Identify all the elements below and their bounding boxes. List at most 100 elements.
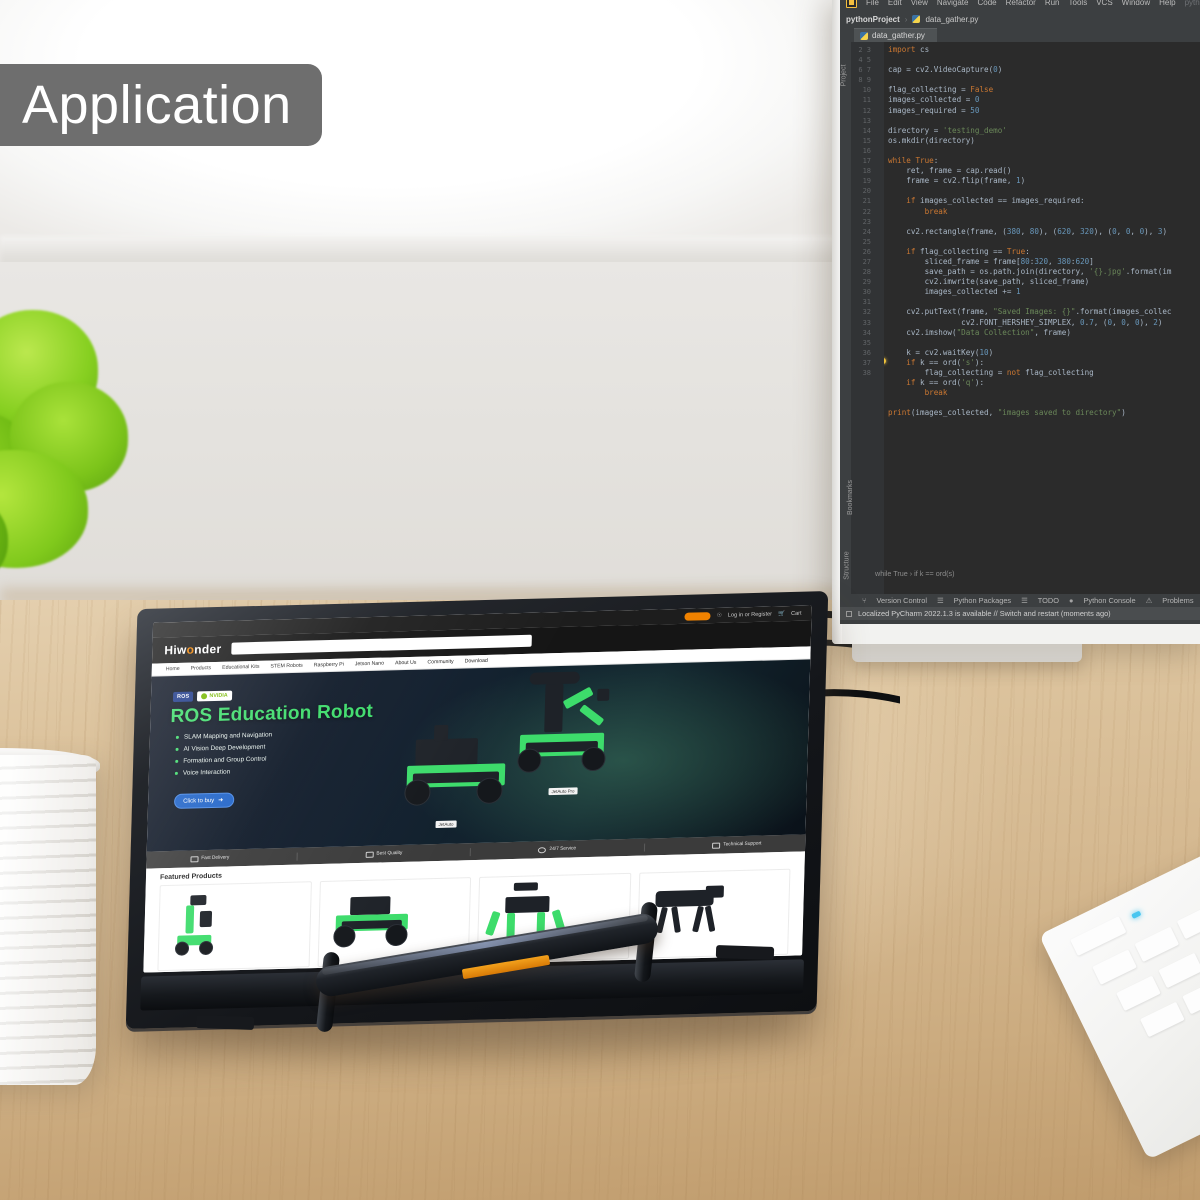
keyboard-key[interactable] (1070, 916, 1127, 957)
robot-part (190, 894, 207, 906)
breadcrumb[interactable]: pythonProject › data_gather.py (840, 11, 1200, 27)
breadcrumb-separator: › (904, 14, 908, 24)
ide-notification-bar[interactable]: Localized PyCharm 2022.1.3 is available … (840, 607, 1200, 620)
breadcrumb-project[interactable]: pythonProject (846, 15, 900, 24)
menu-run[interactable]: Run (1045, 0, 1060, 7)
editor-structure-breadcrumb: while True › if k == ord(s) (875, 569, 955, 578)
divider (469, 847, 471, 856)
status-version-control[interactable]: Version Control (876, 596, 927, 605)
menu-window[interactable]: Window (1122, 0, 1150, 7)
todo-icon: ☰ (1021, 596, 1028, 605)
product-card-robot-dog[interactable] (636, 868, 791, 959)
feature-service: 24/7 Service (538, 846, 576, 853)
menu-refactor[interactable]: Refactor (1006, 0, 1036, 7)
ide-statusbar[interactable]: ⑂ Version Control ☰ Python Packages ☰ TO… (840, 594, 1200, 607)
nav-item-stem-robots[interactable]: STEM Robots (270, 663, 303, 670)
cart-link[interactable]: Cart (791, 610, 802, 616)
keyboard-key[interactable] (1158, 952, 1200, 989)
version-control-icon: ⑂ (862, 596, 867, 605)
hero-bullet: AI Vision Deep Development (175, 743, 271, 753)
menu-navigate[interactable]: Navigate (937, 0, 969, 7)
user-icon[interactable]: ☉ (717, 612, 722, 618)
nav-item-educational-kits[interactable]: Educational Kits (222, 664, 259, 671)
hiwonder-logo[interactable]: Hiwonder (164, 642, 222, 657)
nav-item-community[interactable]: Community (427, 659, 453, 666)
ros-badge: ROS (172, 691, 194, 703)
robot-wheel (384, 923, 408, 947)
tool-window-rail[interactable]: Project Bookmarks Structure (840, 42, 854, 594)
keyboard-key[interactable] (1092, 949, 1137, 985)
nav-item-raspberry-pi[interactable]: Raspberry Pi (314, 662, 344, 669)
nvidia-logo-icon (201, 693, 208, 700)
feature-technical-support: Technical Support (712, 841, 761, 849)
robot-label-jetauto: JetAuto (435, 820, 457, 829)
search-input[interactable] (231, 634, 533, 655)
robot-label-jetauto-pro: JetAuto Pro (548, 787, 578, 796)
status-python-console[interactable]: Python Console (1083, 596, 1135, 605)
tablet-screen[interactable]: ☉ Log in or Register 🛒 Cart Hiwonder Hom… (143, 605, 812, 973)
menu-file[interactable]: File (866, 0, 879, 7)
robot-wheel (332, 925, 356, 948)
keyboard-key[interactable] (1116, 975, 1161, 1012)
nav-item-about-us[interactable]: About Us (395, 660, 417, 667)
nav-item-home[interactable]: Home (166, 666, 180, 672)
nav-item-jetson-nano[interactable]: Jetson Nano (355, 661, 384, 668)
rail-item-project[interactable]: Project (840, 65, 847, 87)
keyboard-key[interactable] (1139, 1001, 1185, 1038)
menu-edit[interactable]: Edit (888, 0, 902, 7)
medal-icon (365, 851, 374, 858)
python-console-icon: ● (1069, 596, 1074, 605)
nav-item-products[interactable]: Products (191, 665, 212, 672)
hero-badges: ROS NVIDIA (172, 690, 232, 703)
robot-part (185, 905, 195, 934)
menubar-project-name: pythonProject (1184, 0, 1200, 7)
keyboard-key[interactable] (1134, 926, 1180, 963)
rail-item-structure[interactable]: Structure (844, 551, 851, 579)
application-badge-label: Application (22, 75, 292, 135)
keyboard-key[interactable] (1176, 903, 1200, 940)
pycharm-logo-icon (846, 0, 857, 8)
robot-part (415, 738, 479, 766)
robot-leg (691, 905, 704, 933)
menu-vcs[interactable]: VCS (1096, 0, 1112, 7)
hero-feature-list: SLAM Mapping and Navigation AI Vision De… (175, 731, 272, 782)
editor-code-area[interactable]: import cs cap = cv2.VideoCapture(0) flag… (884, 42, 1200, 594)
topbar-promo-pill[interactable] (684, 611, 711, 621)
divider (643, 843, 645, 852)
robot-part (505, 895, 550, 914)
hero-bullet: SLAM Mapping and Navigation (176, 731, 272, 741)
product-card-robot-arm[interactable] (157, 881, 312, 972)
hero-bullet: Voice Interaction (175, 767, 271, 777)
tab-data-gather-py[interactable]: data_gather.py (854, 28, 937, 42)
robot-leg (485, 910, 501, 937)
cta-label: Click to buy (183, 797, 215, 805)
headset-icon (712, 842, 721, 849)
breadcrumb-file[interactable]: data_gather.py (925, 15, 978, 24)
login-register-link[interactable]: Log in or Register (728, 611, 772, 618)
arrow-right-icon: ➜ (218, 797, 224, 804)
editor-tabbar[interactable]: data_gather.py (840, 27, 1200, 42)
status-problems[interactable]: Problems (1162, 596, 1193, 605)
editor-fold-column[interactable] (875, 42, 884, 594)
robot-wheel (581, 746, 606, 772)
feature-label: Fast Delivery (201, 855, 230, 862)
menu-tools[interactable]: Tools (1069, 0, 1088, 7)
robot-wheel (174, 941, 190, 956)
notification-text: Localized PyCharm 2022.1.3 is available … (858, 609, 1111, 618)
robot-leg (704, 905, 715, 933)
cart-icon[interactable]: 🛒 (778, 611, 785, 617)
status-todo[interactable]: TODO (1038, 596, 1059, 605)
status-python-packages[interactable]: Python Packages (954, 596, 1012, 605)
ide-menubar[interactable]: File Edit View Navigate Code Refactor Ru… (840, 0, 1200, 11)
keyboard-key[interactable] (1182, 978, 1200, 1015)
rail-item-bookmarks[interactable]: Bookmarks (847, 480, 854, 515)
notification-checkbox[interactable] (846, 610, 852, 617)
menu-view[interactable]: View (911, 0, 928, 7)
robot-wheel (517, 748, 542, 773)
click-to-buy-button[interactable]: Click to buy ➜ (173, 792, 235, 809)
robot-part (654, 889, 714, 908)
menu-help[interactable]: Help (1159, 0, 1175, 7)
nvidia-badge-label: NVIDIA (209, 692, 228, 700)
nav-item-download[interactable]: Download (465, 658, 488, 665)
menu-code[interactable]: Code (977, 0, 996, 7)
